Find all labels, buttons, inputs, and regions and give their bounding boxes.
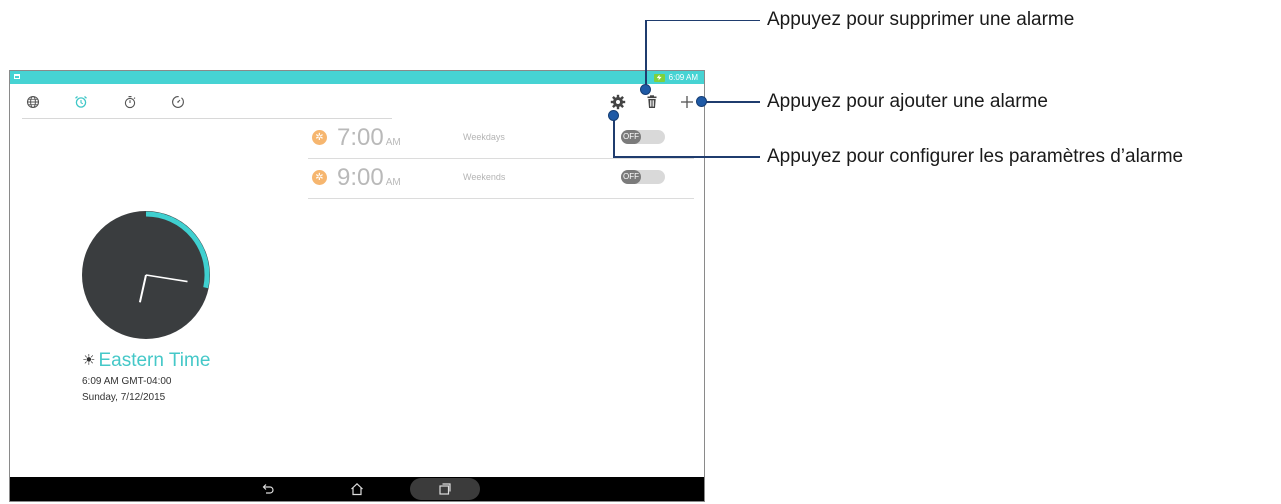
stopwatch-icon[interactable] bbox=[123, 95, 137, 109]
callout-line-settings-h bbox=[613, 156, 760, 158]
sun-icon bbox=[312, 170, 327, 185]
sun-icon: ☀ bbox=[82, 352, 96, 369]
status-time: 6:09 AM bbox=[668, 73, 698, 82]
callout-line-delete-h bbox=[645, 19, 760, 21]
alarm-ampm: AM bbox=[385, 137, 401, 148]
analog-clock bbox=[82, 211, 210, 339]
gear-icon[interactable] bbox=[609, 93, 627, 111]
plus-icon[interactable] bbox=[678, 93, 696, 111]
alarm-ampm: AM bbox=[385, 177, 401, 188]
alarm-time: 7:00 AM bbox=[337, 125, 401, 156]
timer-icon[interactable] bbox=[171, 95, 185, 109]
callout-dot-delete bbox=[640, 84, 651, 95]
callout-delete-text: Appuyez pour supprimer une alarme bbox=[767, 9, 1075, 30]
toggle-label: OFF bbox=[621, 130, 641, 144]
callout-line-delete bbox=[645, 20, 647, 89]
alarm-list: 7:00AM Weekdays OFF 9:00AM Weekends OFF bbox=[308, 119, 694, 199]
alarm-time: 9:00 AM bbox=[337, 165, 401, 196]
callout-dot-add bbox=[696, 96, 707, 107]
callout-settings-text: Appuyez pour configurer les paramètres d… bbox=[767, 146, 1184, 167]
toggle-label: OFF bbox=[621, 170, 641, 184]
callout-dot-settings bbox=[608, 110, 619, 121]
home-icon[interactable] bbox=[349, 481, 365, 497]
callout-add-text: Appuyez pour ajouter une alarme bbox=[767, 91, 1048, 112]
alarm-toggle[interactable]: OFF bbox=[621, 170, 665, 184]
alarm-time-value: 7:00 bbox=[337, 124, 384, 151]
timezone-date: Sunday, 7/12/2015 bbox=[82, 392, 166, 403]
recent-apps-button[interactable] bbox=[410, 478, 480, 500]
globe-icon[interactable] bbox=[26, 95, 40, 109]
callout-line-add bbox=[700, 101, 760, 103]
callout-line-settings bbox=[613, 116, 615, 158]
timezone-name: Eastern Time bbox=[98, 350, 211, 371]
alarm-toggle[interactable]: OFF bbox=[621, 130, 665, 144]
notification-icon bbox=[14, 74, 20, 79]
alarm-row[interactable]: 9:00AM Weekends OFF bbox=[308, 159, 694, 199]
status-bar: 6:09 AM bbox=[10, 71, 704, 84]
alarm-clock-icon[interactable] bbox=[74, 95, 88, 109]
recent-apps-icon bbox=[439, 483, 451, 495]
timezone-row: ☀ Eastern Time bbox=[82, 350, 210, 372]
timezone-time: 6:09 AM GMT-04:00 bbox=[82, 376, 172, 387]
toolbar bbox=[10, 84, 704, 118]
navigation-bar bbox=[10, 477, 704, 501]
battery-charging-icon bbox=[653, 73, 665, 82]
alarm-days: Weekends bbox=[463, 172, 506, 182]
tablet-screen: 6:09 AM ✲ 7:00 AM Weekdays OFF ✲ 9:00 AM… bbox=[9, 70, 705, 502]
trash-icon[interactable] bbox=[643, 93, 661, 111]
alarm-time-value: 9:00 bbox=[337, 164, 384, 191]
back-icon[interactable] bbox=[260, 481, 276, 497]
alarm-row[interactable]: 7:00AM Weekdays OFF bbox=[308, 119, 694, 159]
alarm-days: Weekdays bbox=[463, 132, 505, 142]
status-right: 6:09 AM bbox=[653, 72, 698, 83]
sun-icon bbox=[312, 130, 327, 145]
